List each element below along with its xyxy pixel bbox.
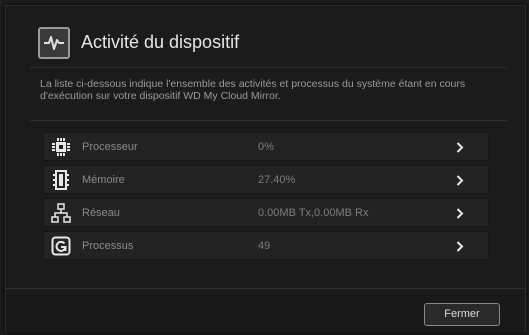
activity-list: Processeur 0% Mémoire 27.40% Réseau 0.00… — [43, 132, 489, 264]
row-memory[interactable]: Mémoire 27.40% — [43, 165, 489, 194]
row-label: Processus — [82, 240, 134, 252]
description-divider — [30, 120, 507, 121]
dialog-title: Activité du dispositif — [81, 32, 240, 52]
row-value: 49 — [258, 240, 271, 252]
activity-pulse-icon — [38, 27, 70, 59]
row-label: Réseau — [82, 207, 120, 219]
header-divider — [30, 67, 507, 68]
close-button[interactable]: Fermer — [424, 303, 500, 326]
memory-module-icon — [53, 170, 69, 190]
dialog-description: La liste ci-dessous indique l'ensemble d… — [40, 78, 466, 102]
row-processor[interactable]: Processeur 0% — [43, 132, 489, 161]
network-icon — [51, 203, 71, 223]
chevron-right-icon[interactable] — [456, 208, 464, 219]
row-processes[interactable]: Processus 49 — [43, 231, 489, 260]
row-value: 0% — [258, 141, 274, 153]
chevron-right-icon[interactable] — [456, 241, 464, 252]
device-activity-dialog: Activité du dispositif La liste ci-desso… — [5, 5, 526, 332]
row-label: Mémoire — [82, 174, 125, 186]
row-value: 27.40% — [258, 174, 296, 186]
row-network[interactable]: Réseau 0.00MB Tx,0.00MB Rx — [43, 198, 489, 227]
chevron-right-icon[interactable] — [456, 142, 464, 153]
row-label: Processeur — [82, 141, 138, 153]
cpu-chip-icon — [52, 138, 70, 156]
chevron-right-icon[interactable] — [456, 175, 464, 186]
process-icon — [51, 236, 71, 256]
row-value: 0.00MB Tx,0.00MB Rx — [258, 207, 369, 219]
